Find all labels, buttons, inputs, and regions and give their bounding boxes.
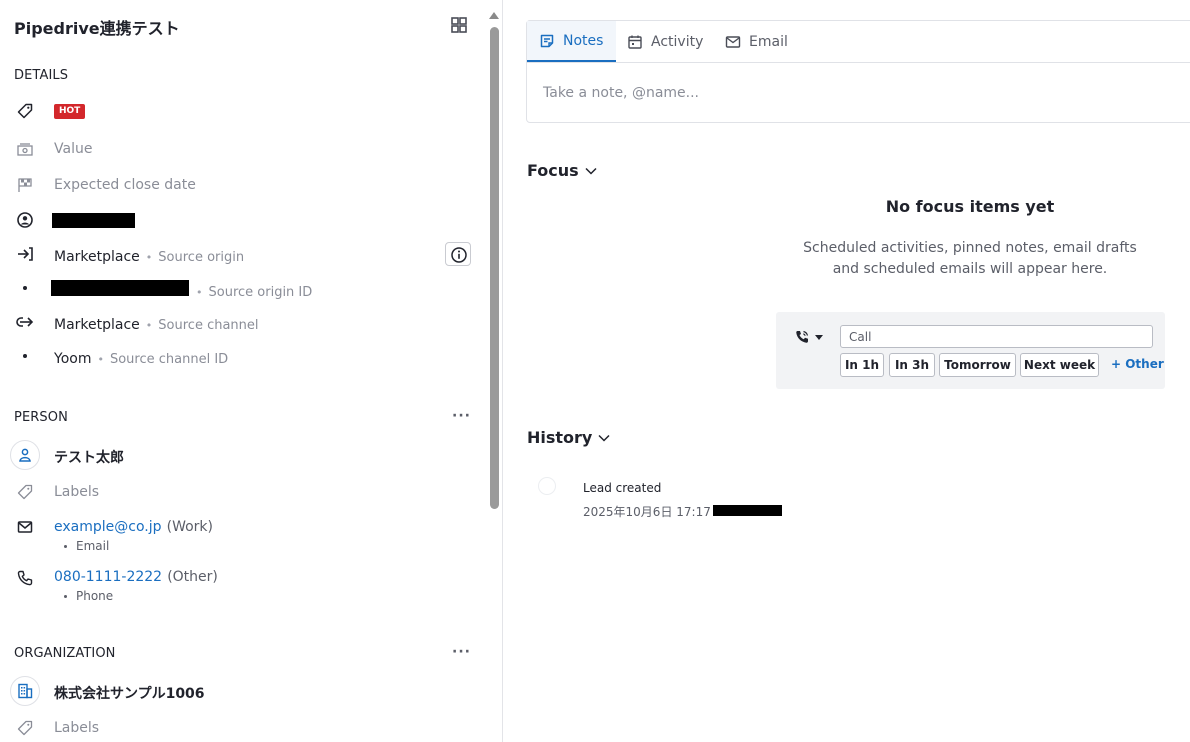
separator-dot: •	[196, 286, 203, 299]
person-email-link[interactable]: example@co.jp	[54, 519, 162, 535]
focus-heading[interactable]: Focus	[527, 161, 598, 180]
tab-email-label: Email	[749, 33, 788, 50]
building-icon	[18, 683, 33, 699]
focus-empty-desc-line1: Scheduled activities, pinned notes, emai…	[803, 240, 1137, 256]
person-email-label: Email	[76, 539, 110, 553]
organization-labels-field[interactable]: Labels	[54, 720, 99, 736]
source-channel-label: Source channel	[158, 318, 259, 333]
source-origin-value[interactable]: Marketplace	[54, 249, 140, 265]
tab-activity-label: Activity	[651, 33, 704, 50]
organization-heading: ORGANIZATION	[14, 646, 116, 661]
info-icon	[451, 247, 467, 263]
details-heading: DETAILS	[14, 68, 69, 83]
phone-call-icon	[796, 330, 809, 343]
chip-tomorrow[interactable]: Tomorrow	[939, 353, 1016, 377]
tab-email[interactable]: Email	[725, 21, 788, 62]
scroll-up-arrow-icon[interactable]	[489, 12, 499, 19]
lead-details-panel: Pipedrive連携テスト DETAILS HOT Value Expecte…	[0, 0, 486, 742]
email-icon	[725, 35, 741, 48]
chip-next-week[interactable]: Next week	[1020, 353, 1099, 377]
phone-icon	[16, 569, 34, 587]
person-phone-type: (Other)	[167, 569, 218, 585]
person-phone-link[interactable]: 080-1111-2222	[54, 569, 162, 585]
chevron-down-icon	[598, 434, 610, 442]
note-composer: Notes Activity Email Take a note, @name.…	[526, 20, 1190, 123]
email-icon	[16, 518, 34, 536]
money-icon	[16, 140, 34, 158]
quick-activity-box: Call In 1h In 3h Tomorrow Next week + Ot…	[776, 312, 1165, 389]
focus-heading-label: Focus	[527, 161, 579, 180]
info-button[interactable]	[445, 242, 471, 266]
owner-icon	[16, 211, 34, 229]
history-heading[interactable]: History	[527, 428, 611, 447]
separator-dot: •	[97, 353, 104, 366]
person-phone-row: 080-1111-2222 (Other)	[54, 566, 218, 585]
person-phone-label: Phone	[76, 589, 114, 603]
bullet-icon	[23, 286, 27, 290]
source-channel-id-row: Yoom • Source channel ID	[54, 348, 228, 367]
owner-redacted	[52, 213, 135, 228]
expected-close-date-field[interactable]: Expected close date	[54, 177, 196, 193]
tab-notes[interactable]: Notes	[527, 21, 616, 62]
scrollbar-thumb[interactable]	[490, 27, 499, 509]
activity-type-dropdown[interactable]	[794, 329, 824, 345]
hot-label-badge[interactable]: HOT	[54, 104, 86, 119]
source-channel-id-label: Source channel ID	[109, 352, 229, 367]
source-origin-id-label: Source origin ID	[208, 285, 313, 300]
person-more-button[interactable]: ···	[452, 408, 471, 424]
source-channel-value[interactable]: Marketplace	[54, 317, 140, 333]
focus-empty-description: Scheduled activities, pinned notes, emai…	[790, 238, 1150, 280]
source-origin-row: Marketplace • Source origin	[54, 246, 244, 265]
note-input[interactable]: Take a note, @name...	[543, 85, 699, 101]
chip-in-3h[interactable]: In 3h	[889, 353, 935, 377]
tab-notes-label: Notes	[563, 32, 604, 49]
history-item-meta: 2025年10月6日 17:17 ・	[583, 505, 727, 519]
bullet-icon	[64, 595, 67, 598]
person-email-row: example@co.jp (Work)	[54, 516, 213, 535]
separator-dot: •	[145, 319, 153, 332]
focus-empty-title: No focus items yet	[885, 197, 1055, 216]
organization-avatar	[10, 676, 40, 706]
source-channel-icon	[16, 313, 34, 331]
composer-divider	[527, 62, 1190, 63]
separator-dot: •	[145, 251, 153, 264]
source-origin-id-redacted	[51, 280, 189, 296]
history-user-redacted	[713, 505, 782, 516]
source-channel-id-value[interactable]: Yoom	[54, 351, 91, 367]
source-origin-label: Source origin	[158, 250, 245, 265]
tag-icon	[16, 483, 34, 501]
person-email-type: (Work)	[166, 519, 213, 535]
history-item-title: Lead created	[583, 481, 662, 495]
caret-down-icon	[815, 335, 823, 340]
bullet-icon	[23, 354, 27, 358]
other-time-link[interactable]: + Other	[1111, 357, 1164, 371]
grid-view-icon[interactable]	[451, 17, 467, 33]
person-icon	[19, 448, 31, 462]
chevron-down-icon	[585, 167, 597, 175]
activity-subject-input[interactable]: Call	[840, 325, 1153, 348]
lead-title[interactable]: Pipedrive連携テスト	[14, 15, 180, 39]
history-heading-label: History	[527, 428, 593, 447]
source-origin-id-row: • Source origin ID	[190, 281, 312, 300]
bullet-icon	[64, 545, 67, 548]
note-icon	[540, 34, 554, 47]
flag-icon	[16, 176, 34, 194]
panel-divider	[502, 0, 503, 742]
person-name[interactable]: テスト太郎	[54, 447, 124, 467]
organization-more-button[interactable]: ···	[452, 644, 471, 660]
tag-icon	[16, 102, 34, 120]
chip-in-1h[interactable]: In 1h	[840, 353, 884, 377]
person-labels-field[interactable]: Labels	[54, 484, 99, 500]
organization-name[interactable]: 株式会社サンプル1006	[54, 683, 205, 703]
focus-empty-desc-line2: and scheduled emails will appear here.	[832, 261, 1108, 277]
calendar-icon	[628, 35, 642, 49]
history-item-icon	[538, 477, 556, 495]
tag-icon	[16, 719, 34, 737]
person-heading: PERSON	[14, 410, 68, 425]
source-channel-row: Marketplace • Source channel	[54, 314, 259, 333]
source-origin-icon	[16, 245, 34, 263]
value-field[interactable]: Value	[54, 141, 92, 157]
tab-activity[interactable]: Activity	[627, 21, 703, 62]
person-avatar	[10, 440, 40, 470]
